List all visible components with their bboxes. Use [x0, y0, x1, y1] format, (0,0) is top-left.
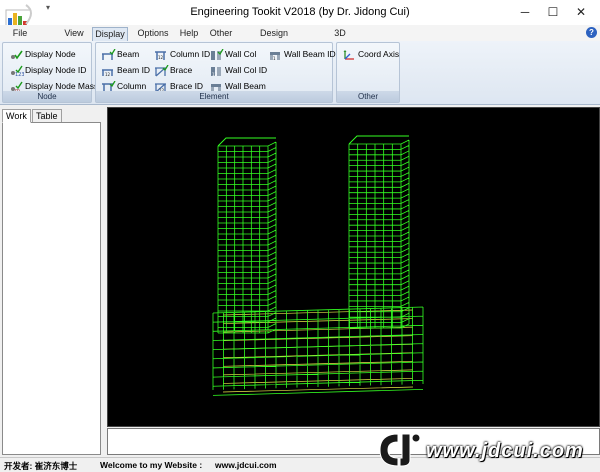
left-panel: Work Table: [0, 105, 106, 457]
wall-col-label: Wall Col: [225, 49, 257, 59]
wall-beam-label: Wall Beam: [225, 81, 266, 91]
close-icon[interactable]: ✕: [566, 0, 596, 24]
ribbon-tabs: File View Display Options Help Other Des…: [0, 25, 600, 50]
developer-text: 开发者: 崔济东博士: [4, 461, 78, 471]
frame-lines: [212, 139, 424, 396]
tab-help[interactable]: Help: [175, 27, 203, 41]
beam-icon: [102, 48, 116, 60]
brace-icon: [155, 64, 169, 77]
wall-col-id-button[interactable]: 12 Wall Col ID: [209, 63, 267, 77]
coord-axis-label: Coord Axis: [358, 49, 400, 59]
column-id-icon: 12: [155, 51, 166, 60]
wall-col-id-label: Wall Col ID: [225, 65, 268, 75]
panel-tab-work[interactable]: Work: [2, 109, 31, 123]
svg-text:12: 12: [105, 72, 111, 77]
tab-3d-performance[interactable]: 3D Performance: [310, 27, 370, 50]
wall-col-id-icon: 12: [211, 66, 221, 77]
display-node-id-label: Display Node ID: [25, 65, 87, 75]
ribbon-group-element: Beam 12 Beam ID Column 12 Column ID Brace …: [95, 42, 336, 103]
node-check-icon: [11, 50, 23, 60]
column-id-label: Column ID: [170, 49, 211, 59]
beam-id-button[interactable]: 12 Beam ID: [101, 63, 150, 77]
svg-text:12: 12: [212, 72, 218, 77]
display-node-label: Display Node: [25, 49, 76, 59]
display-node-mass-label: Display Node Mass: [25, 81, 99, 91]
beam-label: Beam: [117, 49, 140, 59]
wall-col-icon: [211, 48, 224, 60]
tab-file[interactable]: File: [4, 27, 36, 41]
node-group-label: Node: [3, 91, 91, 102]
node-id-icon: 123: [11, 65, 24, 77]
beam-id-icon: 12: [102, 69, 113, 77]
element-group-label: Element: [96, 91, 332, 102]
tab-view[interactable]: View: [58, 27, 90, 41]
tab-design-results[interactable]: Design Results: [244, 27, 304, 50]
tab-options[interactable]: Options: [133, 27, 173, 41]
jdcui-logo-icon: [379, 433, 421, 467]
brace-id-label: Brace ID: [170, 81, 204, 91]
welcome-text: Welcome to my Website :: [100, 460, 203, 470]
ribbon-group-node: Display Node 123Display Node ID mDisplay…: [2, 42, 98, 103]
wall-beam-id-button[interactable]: 1 Wall Beam ID: [268, 47, 336, 61]
column-id-button[interactable]: 12 Column ID: [154, 47, 210, 61]
wall-beam-id-icon: 1: [270, 51, 280, 61]
brace-label: Brace: [170, 65, 193, 75]
tab-other[interactable]: Other: [206, 27, 236, 41]
other-group-label: Other: [337, 91, 399, 102]
panel-tab-table[interactable]: Table: [32, 109, 62, 123]
watermark-since: SINCE 2015: [430, 428, 491, 439]
watermark-logo: SINCE 2015 www.jdcui.com: [376, 428, 600, 472]
beam-id-label: Beam ID: [117, 65, 151, 75]
svg-text:123: 123: [15, 72, 24, 77]
model-3d-viewport[interactable]: [107, 107, 600, 427]
brace-button[interactable]: Brace: [154, 63, 192, 77]
wall-col-button[interactable]: Wall Col: [209, 47, 256, 61]
maximize-icon[interactable]: ☐: [538, 0, 568, 24]
coord-axis-button[interactable]: Coord Axis: [342, 47, 399, 61]
minimize-icon[interactable]: ─: [510, 0, 540, 24]
work-tree-view[interactable]: [2, 122, 101, 455]
website-link[interactable]: www.jdcui.com: [215, 460, 277, 470]
display-node-button[interactable]: Display Node: [9, 47, 76, 61]
svg-text:1: 1: [273, 56, 276, 61]
title-bar: ▾ Engineering Tookit V2018 (by Dr. Jidon…: [0, 0, 600, 31]
svg-text:12: 12: [158, 55, 164, 60]
ribbon-group-other: Coord Axis Other: [336, 42, 400, 103]
ribbon: Display Node 123Display Node ID mDisplay…: [0, 41, 600, 105]
help-icon[interactable]: ?: [586, 27, 597, 38]
watermark-url: www.jdcui.com: [426, 440, 584, 462]
column-label: Column: [117, 81, 147, 91]
coord-axis-icon: [343, 49, 354, 60]
beam-button[interactable]: Beam: [101, 47, 139, 61]
tab-display[interactable]: Display: [92, 27, 128, 41]
display-node-id-button[interactable]: 123 Display Node ID: [9, 63, 86, 77]
frame-lines: [217, 135, 409, 147]
structural-model-render: [212, 135, 424, 396]
wall-beam-id-label: Wall Beam ID: [284, 49, 336, 59]
